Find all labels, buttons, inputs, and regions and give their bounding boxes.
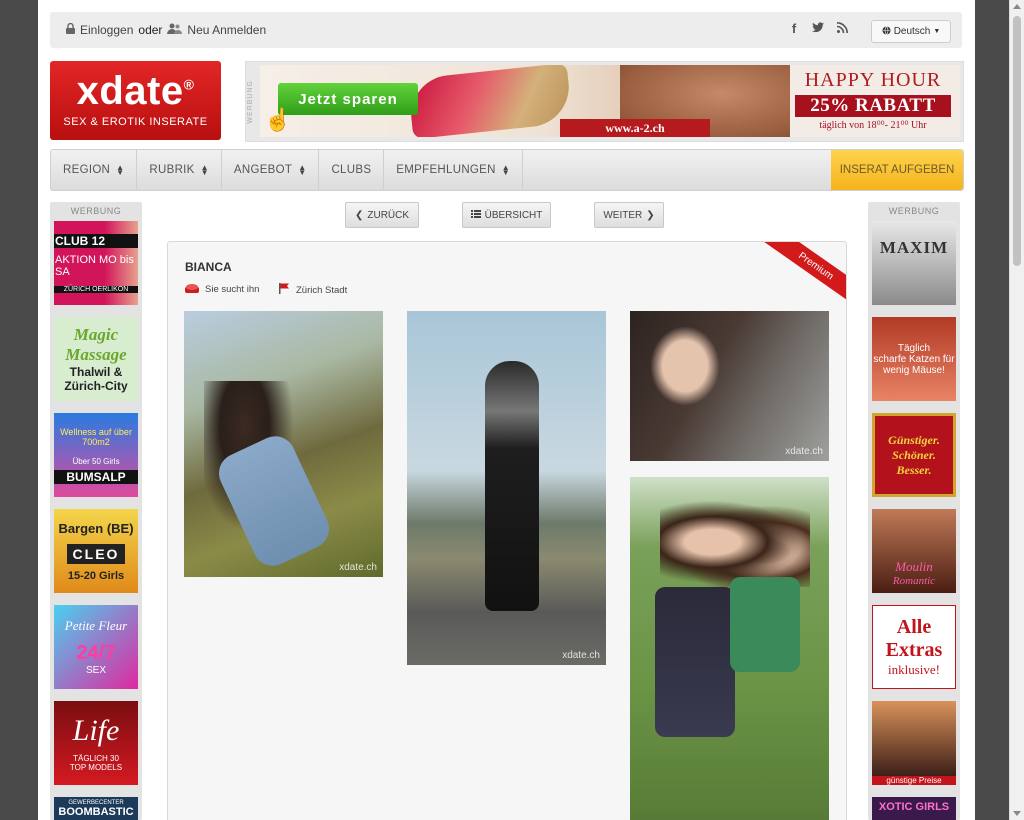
- banner-discount: 25% RABATT: [795, 95, 951, 117]
- sidebar-ad[interactable]: Alle Extras inklusive!: [872, 605, 956, 689]
- site-logo[interactable]: xdate® SEX & EROTIK INSERATE: [50, 61, 221, 140]
- social-links: f: [788, 21, 848, 36]
- sidebar-ad[interactable]: günstige Preise: [872, 701, 956, 785]
- or-text: oder: [138, 23, 163, 37]
- register-link[interactable]: Neu Anmelden: [187, 23, 266, 37]
- login-link[interactable]: Einloggen: [80, 23, 133, 37]
- nav-region[interactable]: REGION ▲ ▼: [51, 150, 138, 190]
- nav-empfehlungen[interactable]: EMPFEHLUNGEN ▲ ▼: [384, 150, 523, 190]
- left-ad-sidebar: WERBUNG CLUB 12 AKTION MO bis SA ZÜRICH …: [50, 202, 142, 820]
- page: Einloggen oder Neu Anmelden f Deutsch ▼: [38, 0, 975, 820]
- sort-caret-icon: ▲ ▼: [501, 163, 510, 177]
- scroll-up-icon[interactable]: [1013, 4, 1021, 9]
- rss-icon[interactable]: [836, 21, 848, 36]
- sidebar-ad[interactable]: Wellness auf über 700m2 Über 50 Girls BU…: [54, 413, 138, 497]
- language-label: Deutsch: [893, 26, 931, 37]
- sidebar-ad[interactable]: CLUB 12 AKTION MO bis SA ZÜRICH OERLIKON: [54, 221, 138, 305]
- ad-label: WERBUNG: [247, 80, 254, 124]
- facebook-icon[interactable]: f: [788, 21, 800, 36]
- sort-caret-icon: ▲ ▼: [116, 163, 125, 177]
- list-icon: [470, 209, 481, 221]
- sidebar-ad[interactable]: XOTIC GIRLS: [872, 797, 956, 820]
- sidebar-ad[interactable]: MAXIM: [872, 221, 956, 305]
- sidebar-ad[interactable]: Petite Fleur 24/7 SEX: [54, 605, 138, 689]
- sidebar-ad-label: WERBUNG: [888, 206, 940, 216]
- nav-clubs[interactable]: CLUBS: [319, 150, 385, 190]
- top-banner-ad[interactable]: WERBUNG Jetzt sparen ☝ www.a-2.ch HAPPY …: [245, 61, 964, 142]
- login-area: Einloggen oder Neu Anmelden: [66, 22, 266, 37]
- chevron-left-icon: ❮: [354, 209, 364, 221]
- sidebar-ad[interactable]: Günstiger. Schöner. Besser.: [872, 413, 956, 497]
- listing-photo[interactable]: xdate.ch: [184, 311, 383, 577]
- sidebar-ad[interactable]: GEWERBECENTER BOOMBASTIC: [54, 797, 138, 820]
- page-scrollbar[interactable]: [1009, 0, 1024, 820]
- banner-image: Jetzt sparen ☝ www.a-2.ch HAPPY HOUR 25%…: [260, 65, 960, 137]
- banner-shoe-graphic: [407, 65, 573, 137]
- next-button[interactable]: WEITER ❯: [594, 202, 664, 228]
- main-nav: REGION ▲ ▼ RUBRIK ▲ ▼ ANGEBOT ▲ ▼ CLUBS EMPFEH…: [50, 149, 964, 191]
- banner-url: www.a-2.ch: [560, 119, 710, 137]
- banner-schedule: täglich von 18⁰⁰- 21⁰⁰ Uhr: [819, 120, 927, 131]
- sort-caret-icon: ▲ ▼: [298, 163, 307, 177]
- banner-cta-button[interactable]: Jetzt sparen: [278, 83, 418, 115]
- sidebar-ad[interactable]: Täglich scharfe Katzen für wenig Mäuse!: [872, 317, 956, 401]
- sidebar-ad[interactable]: Life TÄGLICH 30 TOP MODELS: [54, 701, 138, 785]
- photo-watermark: xdate.ch: [785, 446, 823, 457]
- nav-angebot[interactable]: ANGEBOT ▲ ▼: [222, 150, 320, 190]
- listing-name: BIANCA: [185, 260, 232, 274]
- sort-caret-icon: ▲ ▼: [200, 163, 209, 177]
- listing-photo[interactable]: xdate.ch: [630, 311, 829, 461]
- back-button[interactable]: ❮ ZURÜCK: [345, 202, 419, 228]
- photo-watermark: xdate.ch: [339, 562, 377, 573]
- sidebar-ad-label: WERBUNG: [70, 206, 122, 216]
- photo-watermark: xdate.ch: [562, 650, 600, 661]
- users-icon: [167, 23, 183, 37]
- sidebar-ad[interactable]: Bargen (BE) CLEO 15-20 Girls: [54, 509, 138, 593]
- listing-card: Premium BIANCA Sie sucht ihn Zürich Stad…: [167, 241, 847, 820]
- flag-icon: [279, 283, 290, 297]
- hand-pointer-icon: ☝: [264, 107, 292, 132]
- twitter-icon[interactable]: [812, 21, 824, 36]
- listing-photo[interactable]: xdate.ch: [407, 311, 606, 665]
- scroll-down-icon[interactable]: [1013, 811, 1021, 816]
- globe-icon: [882, 25, 891, 38]
- top-bar: Einloggen oder Neu Anmelden f Deutsch ▼: [50, 12, 962, 48]
- lock-icon: [66, 22, 75, 37]
- logo-tagline: SEX & EROTIK INSERATE: [63, 116, 208, 128]
- registered-mark: ®: [183, 76, 195, 93]
- overview-button[interactable]: ÜBERSICHT: [462, 202, 551, 228]
- nav-rubrik[interactable]: RUBRIK ▲ ▼: [137, 150, 222, 190]
- premium-badge: Premium: [761, 242, 846, 309]
- sidebar-ad[interactable]: Magic Massage Thalwil & Zürich-City: [54, 317, 138, 401]
- listing-photo[interactable]: [630, 477, 829, 820]
- sidebar-ad[interactable]: Moulin Romantic: [872, 509, 956, 593]
- couple-icon: [185, 283, 199, 296]
- language-selector[interactable]: Deutsch ▼: [871, 20, 951, 43]
- caret-down-icon: ▼: [933, 28, 941, 35]
- location-info: Zürich Stadt: [279, 283, 347, 297]
- seeking-info: Sie sucht ihn: [185, 283, 259, 296]
- scrollbar-thumb[interactable]: [1013, 16, 1021, 266]
- post-ad-button[interactable]: INSERAT AUFGEBEN: [831, 150, 963, 190]
- chevron-right-icon: ❯: [646, 209, 655, 221]
- banner-happy-hour: HAPPY HOUR: [804, 69, 942, 91]
- logo-brand: xdate: [76, 69, 184, 113]
- right-ad-sidebar: WERBUNG MAXIM Täglich scharfe Katzen für…: [868, 202, 960, 820]
